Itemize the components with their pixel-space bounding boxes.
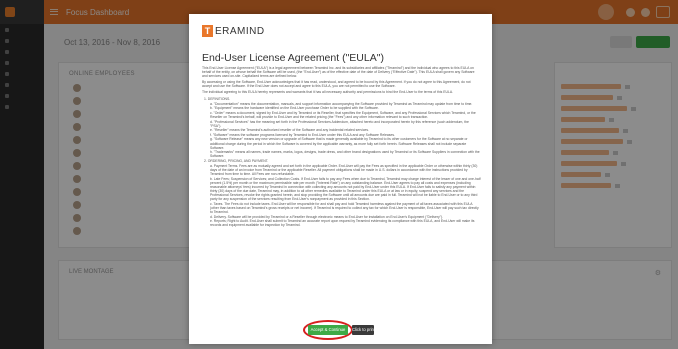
logo-mark: T xyxy=(202,25,213,37)
dialog-actions: Accept & Continue Click to print xyxy=(189,319,492,341)
clause: b. Late Fees; Suspension of Services; an… xyxy=(210,176,481,202)
paragraph: The individual agreeing to this EULA her… xyxy=(202,90,454,95)
clause: d. Delivery. Software will be provided b… xyxy=(210,214,444,219)
logo-text: ERAMIND xyxy=(215,25,265,37)
clause: a. Payment Terms. Fees are as mutually a… xyxy=(210,163,478,177)
definition: b. "Equipment" means the hardware identi… xyxy=(210,106,379,111)
definition: e. "Reseller" means the Teramind's autho… xyxy=(210,128,370,133)
print-button[interactable]: Click to print xyxy=(352,325,374,335)
definition: f. "Software" means the software program… xyxy=(210,132,395,137)
definition: g. "Software Release" means any new vers… xyxy=(210,137,468,150)
eula-dialog: T ERAMIND End-User License Agreement ("E… xyxy=(189,14,492,344)
clause: c. Taxes. The Fees do not include taxes.… xyxy=(210,201,479,214)
screen: Focus Dashboard Oct 13, 2016 - Nov 8, 20… xyxy=(0,0,678,349)
teramind-logo: T ERAMIND xyxy=(202,25,265,37)
definition: c. "Order" means a document, signed by E… xyxy=(210,110,476,119)
eula-text[interactable]: This End-User License Agreement ("EULA")… xyxy=(202,66,481,318)
text-fade xyxy=(202,288,481,318)
definition: d. "Professional Services" has the meani… xyxy=(210,119,469,128)
definition: a. "Documentation" means the documentati… xyxy=(210,101,473,106)
paragraph: By accessing or using the Software, End-… xyxy=(202,80,471,89)
section-heading: 1. DEFINITIONS. xyxy=(204,96,231,101)
accept-continue-button[interactable]: Accept & Continue xyxy=(308,325,348,335)
clause: e. Reports; Right to Audit. End-User sha… xyxy=(210,219,475,228)
dialog-title: End-User License Agreement ("EULA") xyxy=(202,52,384,64)
definition: h. "Trademarks" means all names, trade n… xyxy=(210,150,480,159)
section-heading: 2. ORDERING, PRICING, AND PAYMENT. xyxy=(204,158,269,163)
paragraph: This End-User License Agreement ("EULA")… xyxy=(202,66,475,79)
